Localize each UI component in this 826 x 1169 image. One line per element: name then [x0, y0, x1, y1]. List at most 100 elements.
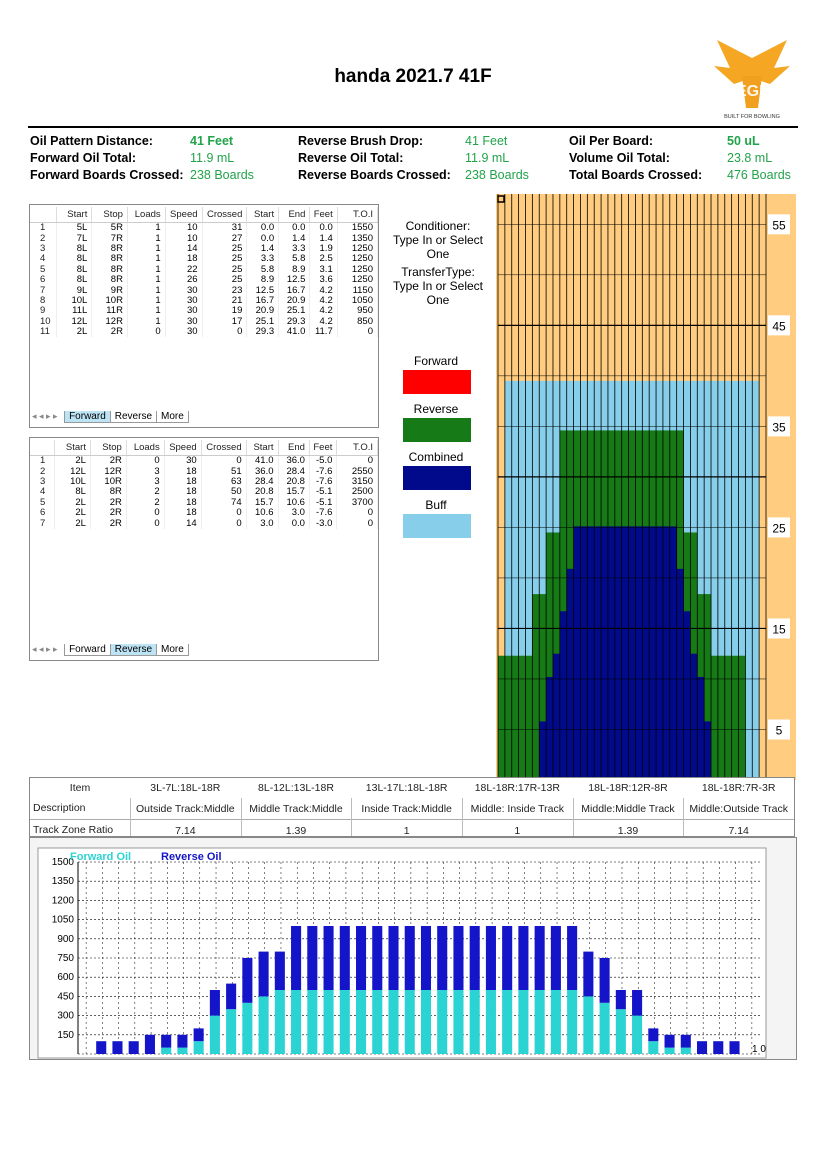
table-cell[interactable]: -5.0 [309, 455, 338, 467]
table-cell[interactable]: 0 [201, 507, 247, 519]
table-cell[interactable]: 0 [126, 455, 165, 467]
table-cell[interactable]: 1 [127, 274, 166, 286]
table-cell[interactable]: 12.5 [278, 274, 311, 286]
table-cell[interactable]: 0.0 [246, 222, 280, 234]
table-cell[interactable]: 2R [90, 455, 127, 467]
table-cell[interactable]: 18 [165, 254, 203, 265]
table-cell[interactable]: 0 [201, 518, 247, 529]
table-cell[interactable]: 20.8 [246, 487, 279, 498]
table-cell[interactable]: 1250 [337, 254, 379, 265]
sheet-tab-forward[interactable]: Forward [64, 411, 111, 423]
sheet-nav-arrows[interactable]: ◂ ◂ ▸ ▸ [32, 411, 60, 421]
table-cell[interactable]: 29.3 [246, 326, 280, 338]
table-cell[interactable]: 41.0 [278, 326, 311, 338]
table-cell[interactable]: 0 [336, 507, 378, 519]
table-cell[interactable]: 0 [127, 326, 166, 338]
table-cell[interactable]: 1250 [337, 274, 379, 286]
table-cell[interactable]: 18 [164, 487, 202, 498]
table-cell[interactable]: 8L [54, 487, 91, 498]
table-cell[interactable]: 4 [30, 254, 57, 265]
table-cell[interactable]: 2R [91, 326, 128, 338]
table-cell[interactable]: 25 [202, 254, 248, 265]
table-cell[interactable]: 25 [202, 274, 248, 286]
table-cell[interactable]: 0 [337, 326, 379, 338]
table-cell[interactable]: -3.0 [309, 518, 338, 529]
table-cell[interactable]: 19 [202, 306, 248, 317]
table-cell[interactable]: 2L [54, 518, 91, 529]
table-cell[interactable]: 18 [164, 507, 202, 519]
sheet-tab-more[interactable]: More [156, 644, 189, 656]
table-cell[interactable]: 11L [56, 306, 93, 317]
table-cell[interactable]: 9 [30, 306, 57, 317]
table-cell[interactable]: 31 [202, 222, 248, 234]
table-cell[interactable]: 0 [126, 507, 165, 519]
table-cell[interactable]: 2.5 [309, 254, 338, 265]
sheet-tab-forward[interactable]: Forward [64, 644, 111, 656]
conditioner-hint[interactable]: Type In or Select [383, 233, 493, 247]
table-cell[interactable]: 1 [127, 306, 166, 317]
table-cell[interactable]: 8R [91, 254, 128, 265]
table-cell[interactable]: 5.8 [278, 254, 311, 265]
table-cell[interactable]: 6 [30, 507, 55, 519]
table-cell[interactable]: 2L [54, 507, 91, 519]
table-cell[interactable]: 41.0 [246, 455, 279, 467]
table-cell[interactable]: 2500 [336, 487, 378, 498]
table-cell[interactable]: 30 [165, 326, 203, 338]
transfer-type-hint[interactable]: Type In or Select [383, 279, 493, 293]
table-cell[interactable]: 7 [30, 518, 55, 529]
table-cell[interactable]: 0.0 [278, 222, 311, 234]
table-cell[interactable]: 30 [164, 455, 202, 467]
table-cell[interactable]: -5.1 [309, 487, 338, 498]
table-cell[interactable]: 26 [165, 274, 203, 286]
table-cell[interactable]: 0.0 [309, 222, 338, 234]
sheet-nav-arrows[interactable]: ◂ ◂ ▸ ▸ [32, 644, 60, 654]
table-cell[interactable]: 10 [165, 222, 203, 234]
table-cell[interactable]: 8L [56, 254, 93, 265]
table-cell[interactable]: 950 [337, 306, 379, 317]
table-cell[interactable]: 2R [90, 507, 127, 519]
table-cell[interactable]: 2R [90, 518, 127, 529]
table-cell[interactable]: 11R [91, 306, 128, 317]
sheet-tab-more[interactable]: More [156, 411, 189, 423]
table-cell[interactable]: 20.9 [246, 306, 280, 317]
table-cell[interactable]: 3.0 [246, 518, 279, 529]
table-cell[interactable]: 15.7 [278, 487, 310, 498]
table-cell[interactable]: -7.6 [309, 507, 338, 519]
table-cell[interactable]: 50 [201, 487, 247, 498]
table-cell[interactable]: 8R [90, 487, 127, 498]
table-cell[interactable]: 4.2 [309, 306, 338, 317]
table-cell[interactable]: 2L [54, 455, 91, 467]
table-cell[interactable]: 6 [30, 274, 57, 286]
table-cell[interactable]: 0.0 [278, 518, 310, 529]
table-cell[interactable]: 0 [201, 455, 247, 467]
sheet-tab-reverse[interactable]: Reverse [109, 411, 158, 423]
table-cell[interactable]: 1 [127, 222, 166, 234]
table-cell[interactable]: 1550 [337, 222, 379, 234]
table-cell[interactable]: 8R [91, 274, 128, 286]
table-cell[interactable]: 0 [126, 518, 165, 529]
table-cell[interactable]: 2 [126, 487, 165, 498]
table-cell[interactable]: 36.0 [278, 455, 310, 467]
table-cell[interactable]: 11 [30, 326, 57, 338]
table-cell[interactable]: 8.9 [246, 274, 280, 286]
table-cell[interactable]: 1 [127, 254, 166, 265]
table-cell[interactable]: 10.6 [246, 507, 279, 519]
table-cell[interactable]: 1 [30, 455, 55, 467]
table-cell[interactable]: 8L [56, 274, 93, 286]
sheet-tab-reverse[interactable]: Reverse [109, 644, 158, 656]
table-cell[interactable]: 0 [202, 326, 248, 338]
table-cell[interactable]: 3.0 [278, 507, 310, 519]
table-cell[interactable]: 0 [336, 518, 378, 529]
table-cell[interactable]: 1 [30, 222, 57, 234]
table-cell[interactable]: 14 [164, 518, 202, 529]
table-cell[interactable]: 3.3 [246, 254, 280, 265]
table-cell[interactable]: 2L [56, 326, 93, 338]
table-cell[interactable]: 5L [56, 222, 93, 234]
table-cell[interactable]: 5R [91, 222, 128, 234]
table-cell[interactable]: 25.1 [278, 306, 311, 317]
table-cell[interactable]: 0 [336, 455, 378, 467]
table-cell[interactable]: 3.6 [309, 274, 338, 286]
table-cell[interactable]: 4 [30, 487, 55, 498]
table-cell[interactable]: 11.7 [309, 326, 338, 338]
table-cell[interactable]: 30 [165, 306, 203, 317]
